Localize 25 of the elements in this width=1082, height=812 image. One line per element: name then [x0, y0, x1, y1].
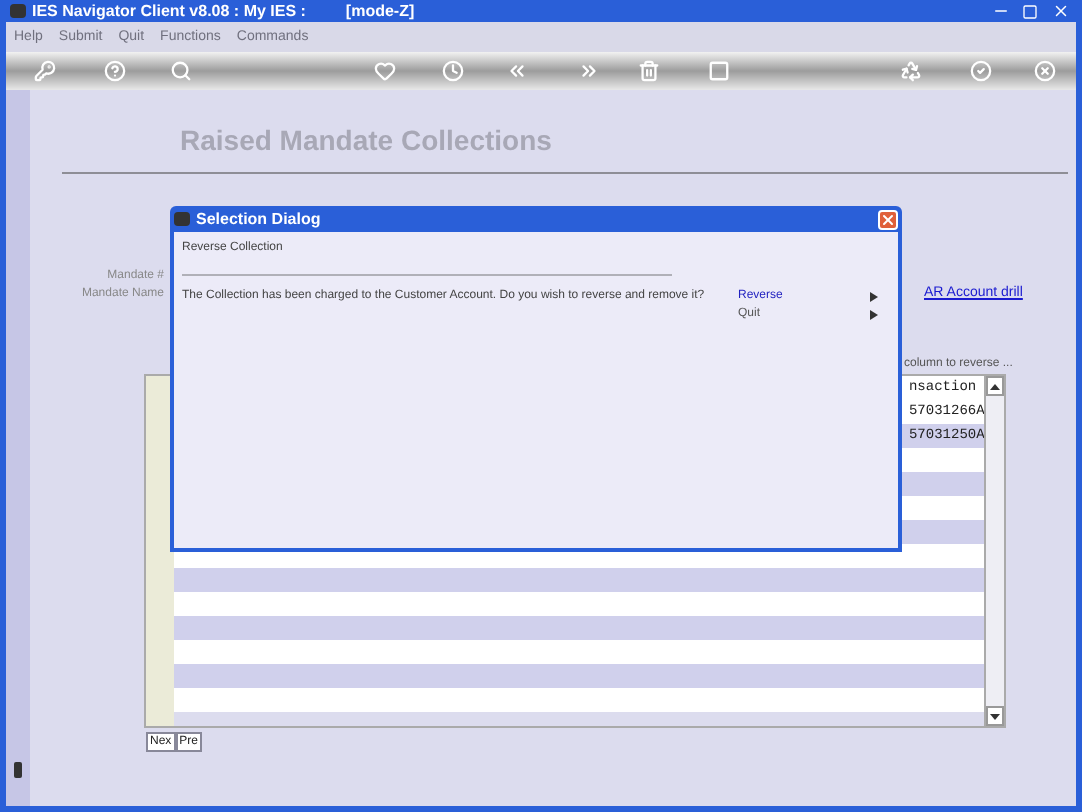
close-icon[interactable]	[1034, 60, 1056, 82]
check-icon[interactable]	[970, 60, 992, 82]
close-icon[interactable]	[1051, 2, 1069, 20]
scroll-up-icon[interactable]	[990, 383, 1001, 389]
trash-icon[interactable]	[638, 60, 660, 82]
help-icon[interactable]	[104, 60, 126, 82]
key-icon[interactable]	[34, 60, 56, 82]
search-icon[interactable]	[170, 60, 192, 82]
maximize-icon[interactable]	[1022, 3, 1038, 19]
page-title: Raised Mandate Collections	[180, 124, 554, 156]
heart-icon[interactable]	[374, 60, 396, 82]
close-button[interactable]	[878, 209, 898, 229]
app-icon	[10, 4, 26, 18]
double-right-icon[interactable]	[578, 60, 600, 82]
scrollbar[interactable]	[984, 376, 1004, 726]
dialog-title: Selection Dialog	[196, 210, 323, 228]
app-icon	[174, 212, 190, 226]
square-icon[interactable]	[708, 60, 730, 82]
double-left-icon[interactable]	[506, 60, 528, 82]
close-icon	[880, 211, 896, 227]
scroll-down-icon[interactable]	[990, 713, 1001, 719]
recycle-icon[interactable]	[900, 60, 922, 82]
strip-icon	[14, 762, 22, 778]
clock-icon[interactable]	[442, 60, 464, 82]
window-title: IES Navigator Client v8.08 : My IES : [mode-Z]	[32, 2, 417, 20]
